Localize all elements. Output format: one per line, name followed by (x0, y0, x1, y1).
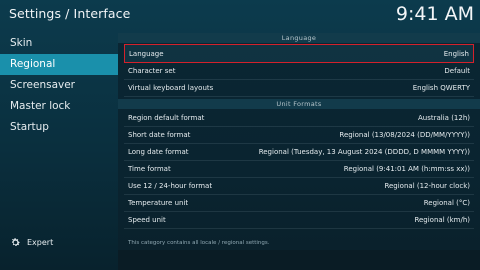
setting-value: Regional (°C) (423, 199, 470, 207)
setting-row-time-format[interactable]: Time format Regional (9:41:01 AM (h:mm:s… (124, 161, 474, 178)
app-title: Settings / Interface (9, 6, 131, 21)
setting-value: Regional (km/h) (414, 216, 470, 224)
setting-value: Regional (Tuesday, 13 August 2024 (DDDD,… (258, 148, 470, 156)
setting-value: Default (444, 67, 470, 75)
setting-label: Time format (128, 165, 171, 173)
setting-row-hour-format[interactable]: Use 12 / 24-hour format Regional (12-hou… (124, 178, 474, 195)
setting-row-short-date[interactable]: Short date format Regional (13/08/2024 (… (124, 127, 474, 144)
footer-strip (118, 250, 480, 270)
section-header-unit-formats: Unit Formats (118, 99, 480, 109)
setting-row-character-set[interactable]: Character set Default (124, 63, 474, 80)
setting-label: Character set (128, 67, 176, 75)
gear-icon (11, 238, 20, 246)
setting-value: Regional (13/08/2024 (DD/MM/YYYY)) (339, 131, 470, 139)
sidebar-nav: Skin Regional Screensaver Master lock St… (0, 33, 118, 138)
expert-label: Expert (27, 238, 54, 247)
setting-row-temperature-unit[interactable]: Temperature unit Regional (°C) (124, 195, 474, 212)
sidebar-item-screensaver[interactable]: Screensaver (0, 75, 118, 96)
category-description: This category contains all locale / regi… (128, 240, 270, 246)
setting-row-long-date[interactable]: Long date format Regional (Tuesday, 13 A… (124, 144, 474, 161)
setting-label: Use 12 / 24-hour format (128, 182, 213, 190)
expert-level-button[interactable]: Expert (10, 237, 53, 248)
setting-row-speed-unit[interactable]: Speed unit Regional (km/h) (124, 212, 474, 229)
setting-row-language[interactable]: Language English (124, 44, 474, 63)
setting-label: Speed unit (128, 216, 166, 224)
setting-value: English QWERTY (412, 84, 470, 92)
setting-label: Language (129, 49, 164, 58)
setting-row-keyboard-layouts[interactable]: Virtual keyboard layouts English QWERTY (124, 80, 474, 97)
setting-label: Temperature unit (128, 199, 189, 207)
setting-label: Short date format (128, 131, 191, 139)
setting-label: Long date format (128, 148, 189, 156)
sidebar-item-regional[interactable]: Regional (0, 54, 118, 75)
setting-value: Australia (12h) (418, 114, 470, 122)
setting-value: Regional (12-hour clock) (384, 182, 470, 190)
clock: 9:41 AM (395, 3, 474, 25)
sidebar-item-master-lock[interactable]: Master lock (0, 96, 118, 117)
setting-row-region-default[interactable]: Region default format Australia (12h) (124, 110, 474, 127)
section-header-language: Language (118, 33, 480, 43)
sidebar-item-skin[interactable]: Skin (0, 33, 118, 54)
setting-label: Virtual keyboard layouts (128, 84, 214, 92)
sidebar-item-startup[interactable]: Startup (0, 117, 118, 138)
setting-value: English (443, 49, 469, 58)
settings-panel: Language Language English Character set … (118, 33, 480, 270)
setting-label: Region default format (128, 114, 205, 122)
setting-value: Regional (9:41:01 AM (h:mm:ss xx)) (343, 165, 470, 173)
